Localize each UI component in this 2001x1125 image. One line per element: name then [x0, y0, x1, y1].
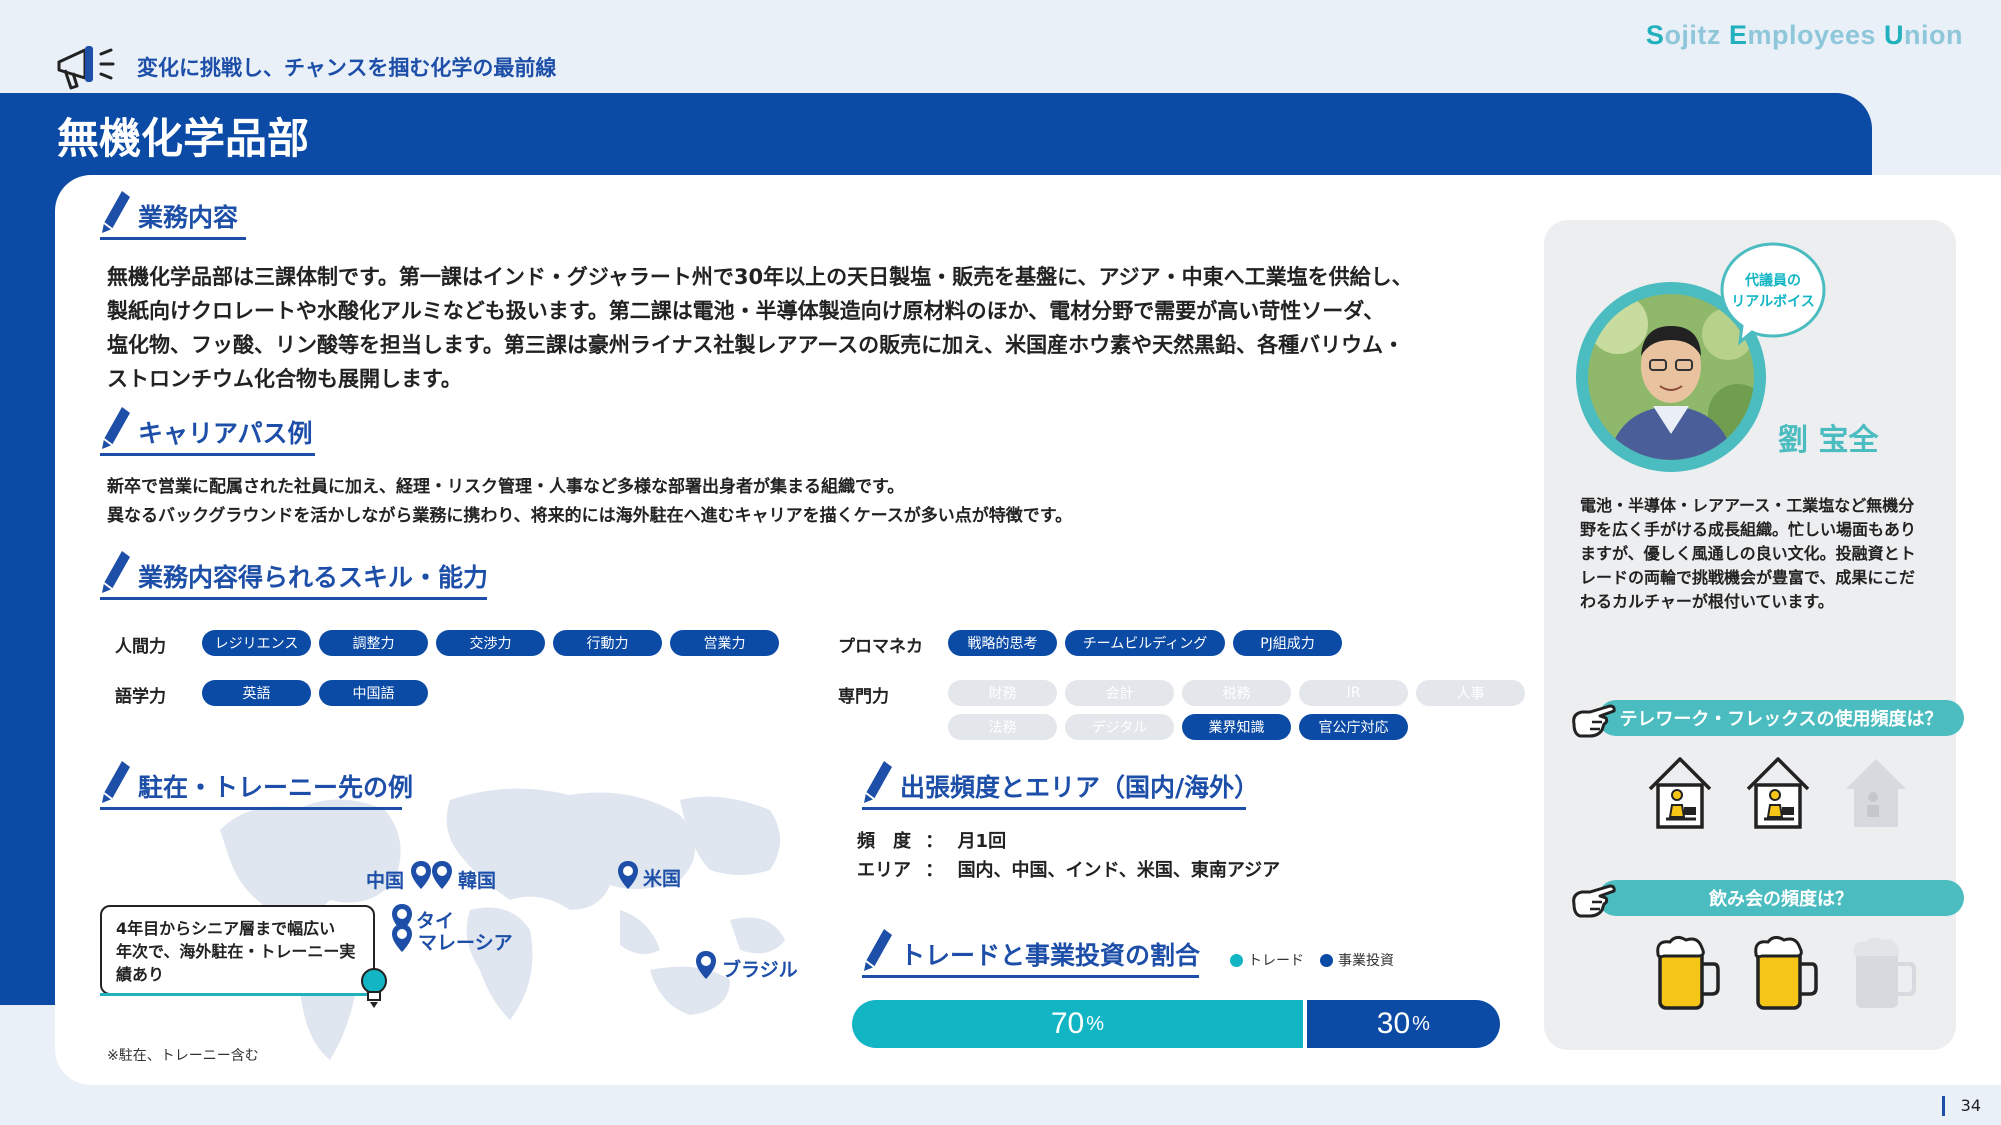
map-pin-icon [618, 861, 638, 889]
skill-pill: 戦略的思考 [948, 630, 1057, 656]
megaphone-icon [57, 46, 115, 90]
ratio-segment-trade: 70% [852, 1000, 1303, 1048]
skill-pill: PJ組成力 [1233, 630, 1342, 656]
department-title: 無機化学品部 [57, 114, 310, 163]
skill-label-expertise: 専門力 [838, 687, 889, 707]
page-number: 34 [1941, 1096, 1981, 1116]
skills-heading: 業務内容得られるスキル・能力 [100, 551, 488, 600]
skill-pill: 財務 [948, 680, 1057, 706]
skill-pill: 行動力 [553, 630, 662, 656]
representative-comment: 電池・半導体・レアアース・工業塩など無機分野を広く手がける成長組織。忙しい場面も… [1580, 496, 1917, 611]
map-pin-icon [411, 861, 431, 889]
skill-row-expertise: 財務 会計 税務 IR 人事 法務 デジタル 業界知識 官公庁対応 [948, 680, 1538, 740]
bubble-text-1: 代議員の [1744, 272, 1801, 289]
lightbulb-icon [361, 968, 387, 1008]
map-pin-icon [696, 951, 716, 979]
pencil-icon [102, 551, 130, 593]
location-label-malaysia: マレーシア [418, 932, 513, 954]
skill-row-language: 英語 中国語 [202, 680, 502, 706]
telework-question: テレワーク・フレックスの使用頻度は？ [1598, 700, 1964, 736]
skill-pill: 調整力 [319, 630, 428, 656]
pencil-icon [864, 929, 892, 971]
note-underline [100, 993, 370, 996]
beer-mug-icon [1656, 935, 1720, 1010]
skill-pill: 営業力 [670, 630, 779, 656]
pointing-hand-icon [1572, 884, 1616, 918]
map-pin-icon [392, 924, 412, 952]
representative-name: 劉 宝全 [1778, 423, 1879, 458]
skill-pill: 法務 [948, 714, 1057, 740]
map-pin-icon [432, 861, 452, 889]
pencil-icon [864, 761, 892, 803]
skill-pill: 交渉力 [436, 630, 545, 656]
skill-pill: 人事 [1416, 680, 1525, 706]
location-label-brazil: ブラジル [722, 959, 798, 981]
beer-mug-icon-inactive [1853, 937, 1916, 1008]
trips-heading: 出張頻度とエリア（国内/海外） [862, 761, 1259, 810]
beer-mug-icon [1754, 935, 1818, 1010]
pencil-icon [102, 761, 130, 803]
drinking-question: 飲み会の頻度は？ [1598, 880, 1964, 916]
business-heading: 業務内容 [100, 191, 246, 240]
legend-dot [1320, 954, 1333, 967]
posts-heading: 駐在・トレーニー先の例 [100, 761, 413, 810]
trip-area: エリア ： 国内、中国、インド、米国、東南アジア [857, 860, 1281, 881]
skill-pill: 英語 [202, 680, 311, 706]
location-label-china: 中国 [366, 870, 405, 892]
legend-dot [1230, 954, 1243, 967]
trip-frequency: 頻 度 ： 月1回 [857, 831, 1007, 852]
career-heading: キャリアパス例 [100, 407, 315, 456]
skill-pill: IR [1299, 680, 1408, 706]
home-office-icon [1648, 757, 1712, 829]
speech-bubble: 代議員の リアルボイス [1720, 242, 1826, 345]
business-text: 無機化学品部は三課体制です。第一課はインド・グジャラート州で30年以上の天日製塩… [107, 265, 1413, 391]
ratio-bar: 70% 30% [852, 1000, 1500, 1048]
skill-pill: 税務 [1182, 680, 1291, 706]
legend-trade: トレード [1230, 950, 1304, 970]
skill-pill: デジタル [1065, 714, 1174, 740]
skill-row-pm: 戦略的思考 チームビルディング PJ組成力 [948, 630, 1448, 656]
ratio-heading: トレードと事業投資の割合 [862, 929, 1200, 978]
bubble-text-2: リアルボイス [1731, 294, 1814, 310]
tagline: 変化に挑戦し、チャンスを掴む化学の最前線 [137, 56, 557, 80]
location-label-korea: 韓国 [458, 870, 497, 892]
skill-pill: チームビルディング [1065, 630, 1225, 656]
brand-logo: Sojitz Employees Union [1645, 20, 1963, 50]
skill-pill: 中国語 [319, 680, 428, 706]
posts-footnote: ※駐在、トレーニー含む [107, 1048, 259, 1064]
legend-investment: 事業投資 [1320, 950, 1394, 970]
home-office-icon-inactive [1846, 759, 1906, 827]
ratio-segment-investment: 30% [1306, 1000, 1500, 1048]
skill-label-pm: プロマネカ [838, 637, 923, 657]
posts-note: 4年目からシニア層まで幅広い 年次で、海外駐在・トレーニー実 績あり [100, 905, 375, 995]
pencil-icon [102, 407, 130, 449]
skill-pill: 会計 [1065, 680, 1174, 706]
skill-row-human: レジリエンス 調整力 交渉力 行動力 営業力 [202, 630, 802, 656]
skill-label-human: 人間力 [115, 637, 166, 657]
ratio-legend: トレード 事業投資 [1230, 950, 1394, 970]
skill-pill: 官公庁対応 [1299, 714, 1408, 740]
home-office-icon [1746, 757, 1810, 829]
skill-pill: 業界知識 [1182, 714, 1291, 740]
career-text: 新卒で営業に配属された社員に加え、経理・リスク管理・人事など多様な部署出身者が集… [107, 477, 1073, 526]
skill-pill: レジリエンス [202, 630, 311, 656]
location-label-usa: 米国 [643, 868, 682, 890]
pencil-icon [102, 191, 130, 233]
pointing-hand-icon [1572, 704, 1616, 738]
skill-label-language: 語学力 [115, 687, 166, 707]
